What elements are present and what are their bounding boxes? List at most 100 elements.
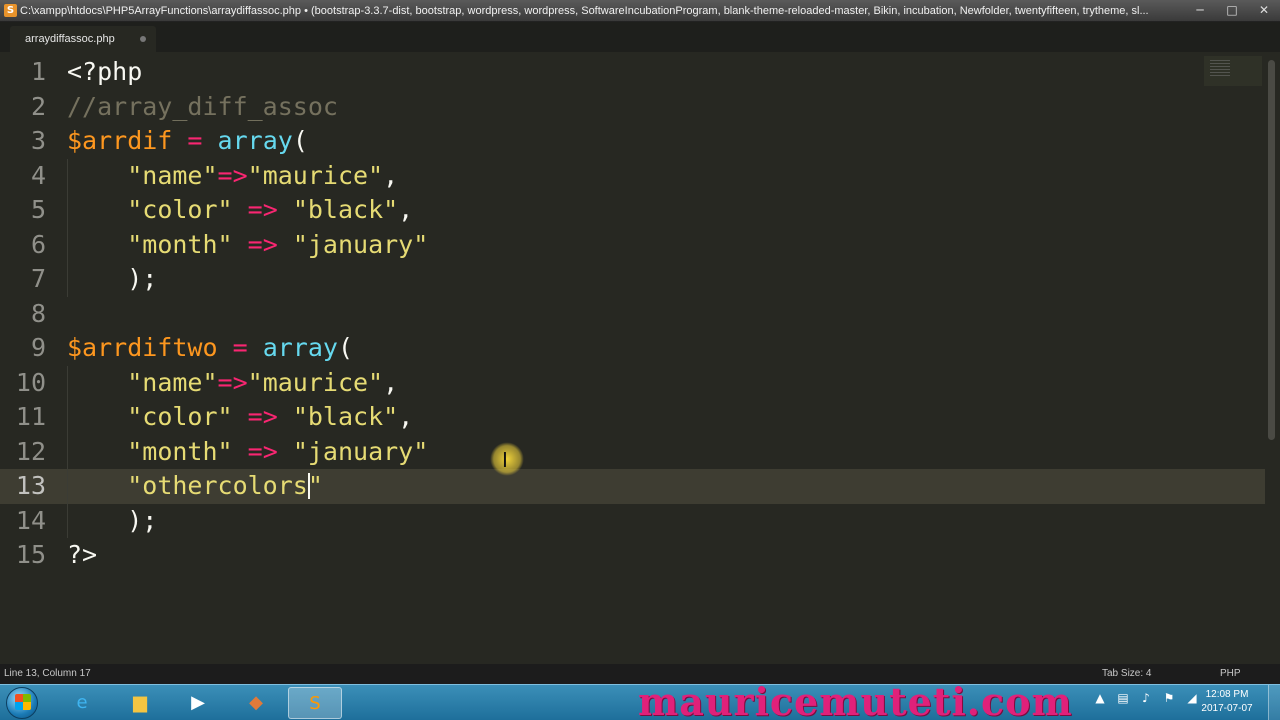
code-token: "month" (127, 229, 233, 259)
code-token: //array_diff_assoc (67, 91, 338, 121)
tab-size-indicator[interactable]: Tab Size: 4 (1102, 668, 1151, 679)
code-token: => (217, 367, 248, 397)
code-line[interactable]: ); (67, 262, 157, 297)
cursor-position[interactable]: Line 13, Column 17 (4, 668, 91, 679)
taskbar-sublime-text[interactable]: S (288, 687, 342, 719)
code-line[interactable]: "othercolors" (67, 469, 323, 504)
code-token: "color" (127, 195, 233, 224)
code-line[interactable]: $arrdiftwo = array( (67, 331, 353, 366)
indent-guide (67, 158, 68, 297)
code-token: array (262, 333, 338, 362)
ibeam-cursor-icon: I (502, 448, 508, 472)
code-token: ?> (67, 540, 98, 569)
code-line[interactable]: "name"=>"maurice", (67, 366, 398, 401)
tab-arraydiffassoc[interactable]: arraydiffassoc.php (10, 26, 156, 52)
code-token: ); (67, 505, 158, 535)
syntax-indicator[interactable]: PHP (1220, 668, 1241, 679)
line-number: 5 (30, 195, 46, 224)
close-button[interactable]: ✕ (1248, 0, 1280, 20)
tab-label: arraydiffassoc.php (25, 33, 115, 45)
line-number: 8 (30, 298, 46, 328)
flag-icon[interactable]: ⚑ (1161, 690, 1177, 706)
line-number: 4 (30, 160, 46, 190)
code-line[interactable]: $arrdif = array( (67, 124, 308, 159)
code-line[interactable]: <?php (67, 55, 142, 90)
title-bar: S C:\xampp\htdocs\PHP5ArrayFunctions\arr… (0, 0, 1280, 22)
code-token: "othercolors" (127, 471, 323, 500)
network-icon[interactable]: ▤ (1115, 690, 1131, 706)
code-line[interactable]: "name"=>"maurice", (67, 159, 398, 194)
taskbar-internet-explorer[interactable]: e (56, 687, 110, 719)
sublime-app-icon: S (4, 4, 17, 17)
code-editor[interactable]: 1 2 3 4 5 6 7 8 9 10 11 12 13 14 15 <?php//array_diff_… (0, 52, 1265, 664)
code-token: "name" (127, 160, 218, 190)
code-line[interactable]: "month" => "january" (67, 435, 428, 470)
maximize-button[interactable]: □ (1216, 0, 1248, 20)
line-number: 13 (15, 471, 46, 500)
arrow-up-icon[interactable]: ▲ (1092, 690, 1108, 706)
sublime-text-icon: S (309, 693, 321, 714)
code-token: , (398, 195, 414, 224)
line-number: 9 (30, 333, 46, 362)
text-caret (307, 473, 310, 499)
code-line[interactable]: //array_diff_assoc (67, 90, 338, 125)
tab-bar: arraydiffassoc.php (0, 22, 1280, 52)
code-token: <?php (67, 57, 143, 86)
line-number: 3 (30, 126, 46, 155)
code-token: , (383, 160, 399, 190)
code-token: => (247, 402, 278, 431)
indent-guide (67, 365, 68, 538)
file-explorer-icon: ▆ (133, 692, 147, 713)
code-line[interactable]: ); (67, 504, 157, 539)
code-token: array (217, 126, 293, 155)
code-line[interactable]: "color" => "black", (67, 193, 413, 228)
code-token: => (247, 436, 278, 466)
line-number: 10 (15, 367, 46, 397)
taskbar-file-explorer[interactable]: ▆ (114, 687, 168, 719)
window-controls: ─ □ ✕ (1184, 0, 1280, 20)
show-desktop-button[interactable] (1268, 685, 1280, 720)
vertical-scrollbar[interactable] (1265, 52, 1280, 664)
code-token: "month" (127, 436, 233, 466)
code-token: => (247, 229, 278, 259)
code-token: => (217, 160, 248, 190)
scrollbar-thumb[interactable] (1268, 60, 1275, 440)
code-line[interactable]: "color" => "black", (67, 400, 413, 435)
code-token: "color" (127, 402, 233, 431)
start-button[interactable] (6, 687, 38, 719)
system-tray: ▲ ▤ ♪ ⚑ ◢ (1092, 690, 1200, 706)
volume-icon[interactable]: ♪ (1138, 690, 1154, 706)
minimap-preview (1210, 60, 1230, 78)
code-token: = (232, 333, 248, 362)
minimize-button[interactable]: ─ (1184, 0, 1216, 20)
code-line[interactable]: "month" => "january" (67, 228, 428, 263)
code-token: "january" (292, 229, 429, 259)
taskbar-app[interactable]: ◆ (230, 687, 284, 719)
clock-date: 2017-07-07 (1201, 703, 1253, 714)
code-token: => (247, 195, 278, 224)
code-token: "name" (127, 367, 218, 397)
code-line[interactable]: ?> (67, 538, 97, 573)
code-token: "maurice" (247, 367, 384, 397)
line-number: 11 (15, 402, 46, 431)
taskbar-media-player[interactable]: ▶ (172, 687, 226, 719)
taskbar-clock[interactable]: 12:08 PM 2017-07-07 (1196, 688, 1258, 716)
code-token: = (187, 126, 203, 155)
code-token: "january" (292, 436, 429, 466)
line-number: 7 (30, 264, 46, 293)
line-number: 14 (15, 505, 46, 535)
unsaved-dot-icon[interactable] (140, 36, 146, 42)
code-token: "black" (292, 195, 399, 224)
window-title: C:\xampp\htdocs\PHP5ArrayFunctions\array… (20, 5, 1149, 17)
